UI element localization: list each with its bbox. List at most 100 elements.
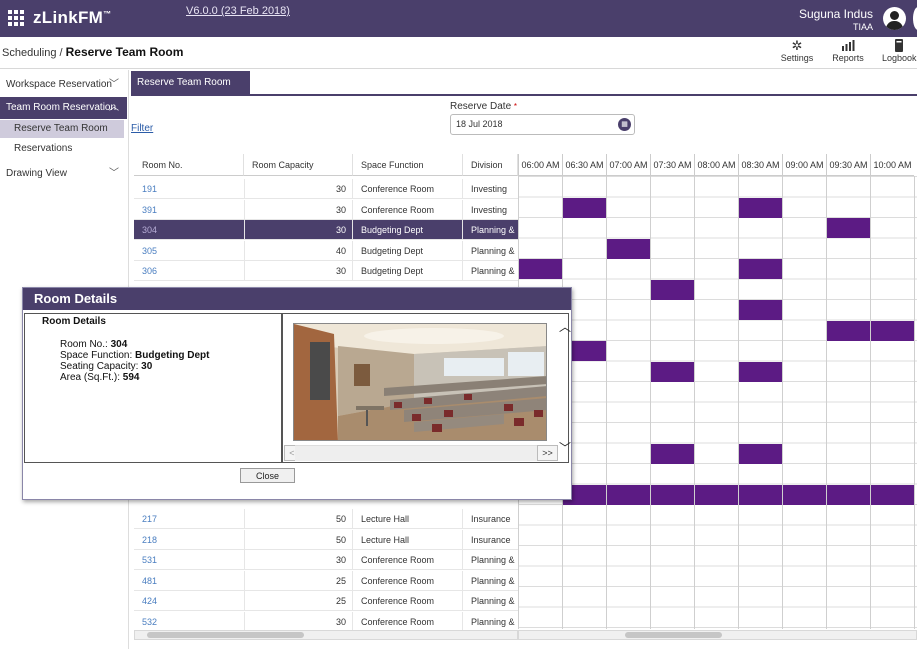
space-function-cell[interactable]: Budgeting Dept — [353, 261, 463, 281]
tab-reserve-team-room[interactable]: Reserve Team Room — [131, 71, 250, 94]
division-cell[interactable]: Planning & — [463, 571, 518, 591]
booked-time-slot[interactable] — [563, 197, 606, 218]
booked-time-slot[interactable] — [827, 320, 870, 341]
room-number-link[interactable]: 305 — [134, 241, 244, 261]
dialog-title[interactable]: Room Details — [23, 288, 571, 310]
room-capacity-cell[interactable]: 25 — [244, 570, 353, 591]
column-header-room-capacity[interactable]: Room Capacity — [244, 154, 353, 176]
room-number-link[interactable]: 306 — [134, 261, 244, 281]
room-capacity-cell[interactable]: 30 — [244, 611, 353, 632]
booked-time-slot[interactable] — [871, 320, 914, 341]
next-photo-button[interactable]: >> — [537, 445, 558, 461]
scroll-down-icon[interactable]: ﹀ — [559, 439, 571, 456]
space-function-cell[interactable]: Conference Room — [353, 550, 463, 570]
booked-time-slot[interactable] — [739, 259, 782, 279]
room-number-link[interactable]: 391 — [134, 200, 244, 220]
room-capacity-cell[interactable]: 30 — [244, 179, 353, 199]
booked-time-slot[interactable] — [519, 259, 562, 279]
user-menu-icon[interactable] — [913, 7, 917, 30]
schedule-horizontal-scrollbar[interactable] — [518, 630, 917, 640]
room-number-link[interactable]: 424 — [134, 591, 244, 611]
close-button[interactable]: Close — [240, 468, 295, 483]
division-cell[interactable]: Investing — [463, 179, 518, 199]
sidebar-item-team-room-reservation[interactable]: Team Room Reservation ︿ — [0, 97, 127, 119]
table-horizontal-scrollbar[interactable] — [134, 630, 518, 640]
room-capacity-cell[interactable]: 30 — [244, 550, 353, 570]
column-header-division[interactable]: Division — [463, 154, 518, 176]
space-function-cell[interactable]: Lecture Hall — [353, 529, 463, 550]
booked-time-slot[interactable] — [651, 279, 694, 300]
chevron-down-icon: ﹀ — [109, 79, 119, 90]
space-function-cell[interactable]: Conference Room — [353, 199, 463, 220]
sidebar-item-workspace-reservation[interactable]: Workspace Reservation ﹀ — [0, 74, 127, 96]
booked-time-slot[interactable] — [739, 361, 782, 382]
room-capacity-cell[interactable]: 50 — [244, 509, 353, 529]
division-cell[interactable]: Planning & — [463, 550, 518, 570]
division-cell[interactable]: Planning & — [463, 220, 518, 240]
division-cell[interactable]: Insurance — [463, 509, 518, 529]
space-function-cell[interactable]: Lecture Hall — [353, 509, 463, 529]
booked-time-slot[interactable] — [871, 484, 914, 505]
settings-button[interactable]: ✲ Settings — [780, 39, 814, 64]
division-cell[interactable]: Planning & — [463, 591, 518, 611]
room-number-link[interactable]: 218 — [134, 530, 244, 550]
booked-time-slot[interactable] — [651, 484, 694, 505]
scrollbar-thumb[interactable] — [147, 632, 304, 638]
booked-time-slot[interactable] — [607, 238, 650, 259]
logbook-button[interactable]: Logbook — [882, 39, 917, 63]
booked-time-slot[interactable] — [651, 361, 694, 382]
booked-time-slot[interactable] — [695, 484, 738, 505]
scroll-up-icon[interactable]: ︿ — [559, 318, 571, 335]
space-function-cell[interactable]: Conference Room — [353, 570, 463, 591]
scrollbar-thumb[interactable] — [625, 632, 722, 638]
room-details-heading: Room Details — [42, 316, 106, 327]
room-number-link[interactable]: 191 — [134, 179, 244, 199]
booked-time-slot[interactable] — [739, 443, 782, 464]
room-number-link[interactable]: 481 — [134, 571, 244, 591]
space-function-cell[interactable]: Budgeting Dept — [353, 220, 463, 240]
division-cell[interactable]: Planning & — [463, 612, 518, 632]
booked-time-slot[interactable] — [739, 300, 782, 320]
space-function-cell[interactable]: Conference Room — [353, 179, 463, 199]
room-capacity-cell[interactable]: 25 — [244, 591, 353, 611]
sidebar-item-drawing-view[interactable]: Drawing View ﹀ — [0, 163, 127, 185]
version-link[interactable]: V6.0.0 (23 Feb 2018) — [186, 5, 290, 17]
app-grid-icon[interactable] — [8, 10, 24, 26]
sidebar-item-reserve-team-room[interactable]: Reserve Team Room — [0, 120, 124, 138]
room-capacity-cell[interactable]: 30 — [244, 220, 353, 240]
room-number-link[interactable]: 532 — [134, 612, 244, 632]
column-header-space-function[interactable]: Space Function — [353, 154, 463, 176]
room-capacity-cell[interactable]: 40 — [244, 240, 353, 261]
booked-time-slot[interactable] — [651, 443, 694, 464]
division-cell[interactable]: Insurance — [463, 530, 518, 550]
room-number-link[interactable]: 531 — [134, 550, 244, 570]
room-capacity-cell[interactable]: 30 — [244, 199, 353, 220]
room-capacity-cell[interactable]: 50 — [244, 529, 353, 550]
reserve-date-input[interactable]: 18 Jul 2018 ▦ — [450, 114, 635, 135]
sidebar-item-reservations[interactable]: Reservations — [0, 140, 124, 158]
reports-button[interactable]: Reports — [830, 39, 866, 63]
room-capacity-cell[interactable]: 30 — [244, 261, 353, 281]
photo-scrollbar[interactable] — [295, 445, 537, 461]
booked-time-slot[interactable] — [607, 484, 650, 505]
user-avatar-icon[interactable] — [883, 7, 906, 30]
division-cell[interactable]: Planning & — [463, 241, 518, 261]
space-function-cell[interactable]: Budgeting Dept — [353, 240, 463, 261]
booked-time-slot[interactable] — [827, 218, 870, 238]
room-number-link[interactable]: 217 — [134, 509, 244, 529]
schedule-grid[interactable] — [518, 176, 917, 629]
breadcrumb-parent[interactable]: Scheduling — [2, 47, 56, 59]
booked-time-slot[interactable] — [739, 197, 782, 218]
filter-link[interactable]: Filter — [131, 123, 153, 134]
calendar-icon[interactable]: ▦ — [618, 118, 631, 131]
column-header-room-no[interactable]: Room No. — [134, 154, 244, 176]
booked-time-slot[interactable] — [739, 484, 782, 505]
booked-time-slot[interactable] — [783, 484, 826, 505]
room-number-link[interactable]: 304 — [134, 220, 244, 240]
user-org: TIAA — [852, 22, 873, 32]
division-cell[interactable]: Planning & — [463, 261, 518, 281]
division-cell[interactable]: Investing — [463, 200, 518, 220]
space-function-cell[interactable]: Conference Room — [353, 611, 463, 632]
space-function-cell[interactable]: Conference Room — [353, 591, 463, 611]
booked-time-slot[interactable] — [827, 484, 870, 505]
